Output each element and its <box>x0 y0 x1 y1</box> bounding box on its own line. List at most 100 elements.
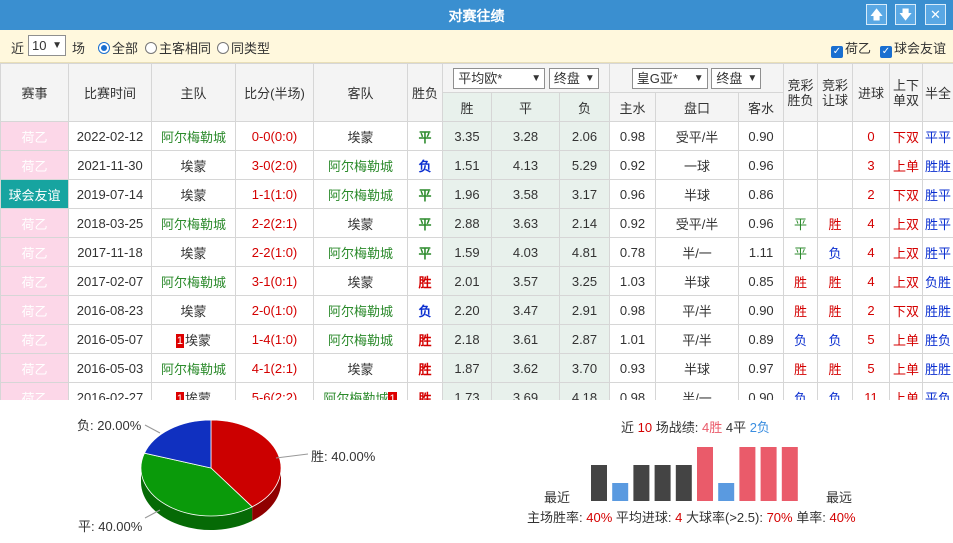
euro-odds-select[interactable]: 平均欧* ▼ <box>453 67 546 89</box>
row-euro-lose: 2.87 <box>559 324 610 354</box>
result-bar-draw <box>654 465 671 501</box>
euro-phase-value: 终盘 <box>553 70 580 86</box>
row-jc-result <box>783 179 819 209</box>
row-result: 平 <box>407 121 443 151</box>
row-event[interactable]: 荷乙 <box>0 353 69 383</box>
row-away-team[interactable]: 阿尔梅勒城 <box>313 150 408 180</box>
near-label: 近 <box>11 41 25 56</box>
asia-odds-select[interactable]: 皇G亚* ▼ <box>631 67 708 89</box>
row-score[interactable]: 3-0(2:0) <box>235 150 314 180</box>
row-event[interactable]: 荷乙 <box>0 295 69 325</box>
row-goals: 5 <box>852 324 891 354</box>
odd-label: 单率: <box>796 510 826 525</box>
radio-same-venue[interactable]: 主客相同 <box>145 38 211 57</box>
row-home-team[interactable]: 阿尔梅勒城 <box>151 208 236 238</box>
row-date: 2016-08-23 <box>68 295 152 325</box>
col-header-ou: 上下单双 <box>889 63 924 122</box>
row-event[interactable]: 荷乙 <box>0 208 69 238</box>
row-score[interactable]: 1-4(1:0) <box>235 324 314 354</box>
row-event[interactable]: 荷乙 <box>0 237 69 267</box>
team-name: 阿尔梅勒城 <box>160 361 226 377</box>
row-away-team[interactable]: 阿尔梅勒城 <box>313 295 408 325</box>
euro-odds-header: 平均欧* ▼ 终盘 ▼ <box>442 63 610 93</box>
row-euro-draw: 4.03 <box>491 237 560 267</box>
euro-phase-select[interactable]: 终盘 ▼ <box>548 67 599 89</box>
row-event[interactable]: 荷乙 <box>0 121 69 151</box>
team-name: 阿尔梅勒城 <box>327 158 393 174</box>
row-home-team[interactable]: 埃蒙 <box>151 179 236 209</box>
row-result: 负 <box>407 150 443 180</box>
row-jc-result <box>783 121 819 151</box>
move-up-icon[interactable]: 🡅 <box>866 4 887 25</box>
checkbox-label: 荷乙 <box>845 41 872 56</box>
close-icon[interactable]: ✕ <box>925 4 946 25</box>
row-event[interactable]: 荷乙 <box>0 324 69 354</box>
row-away-team[interactable]: 阿尔梅勒城 <box>313 237 408 267</box>
team-name: 阿尔梅勒城 <box>160 216 226 232</box>
row-jc-result: 平 <box>783 237 819 267</box>
result-bar-draw <box>633 465 650 501</box>
radio-on-icon <box>98 42 110 54</box>
row-ou: 下双 <box>889 179 924 209</box>
radio-all[interactable]: 全部 <box>98 38 138 57</box>
pie-label-win: 胜: 40.00% <box>311 449 376 464</box>
row-half-full: 平平 <box>922 121 953 151</box>
row-ou: 上双 <box>889 266 924 296</box>
col-header-home-water: 主水 <box>609 92 656 122</box>
row-away-team[interactable]: 埃蒙 <box>313 353 408 383</box>
row-score[interactable]: 4-1(2:1) <box>235 353 314 383</box>
match-count-select[interactable]: 10 ▼ <box>28 35 66 56</box>
team-name: 阿尔梅勒城 <box>327 187 393 203</box>
checkbox-friendly[interactable]: ✓ 球会友谊 <box>880 38 946 58</box>
row-away-water: 0.89 <box>737 324 785 354</box>
col-header-jc-handicap: 竞彩让球 <box>817 63 854 122</box>
row-home-team[interactable]: 埃蒙 <box>151 150 236 180</box>
row-score[interactable]: 2-2(1:0) <box>235 237 314 267</box>
row-result: 平 <box>407 208 443 238</box>
row-date: 2018-03-25 <box>68 208 152 238</box>
checkbox-eredivisie[interactable]: ✓ 荷乙 <box>831 38 871 58</box>
row-euro-win: 2.88 <box>442 208 492 238</box>
row-event[interactable]: 荷乙 <box>0 150 69 180</box>
row-event[interactable]: 荷乙 <box>0 266 69 296</box>
row-home-team[interactable]: 阿尔梅勒城 <box>151 266 236 296</box>
row-home-team[interactable]: 阿尔梅勒城 <box>151 353 236 383</box>
row-score[interactable]: 1-1(1:0) <box>235 179 314 209</box>
row-score[interactable]: 2-0(1:0) <box>235 295 314 325</box>
row-handicap: 平/半 <box>655 324 739 354</box>
row-score[interactable]: 2-2(2:1) <box>235 208 314 238</box>
row-away-team[interactable]: 埃蒙 <box>313 121 408 151</box>
row-date: 2019-07-14 <box>68 179 152 209</box>
row-euro-lose: 2.14 <box>559 208 610 238</box>
row-handicap: 半球 <box>655 353 739 383</box>
row-home-water: 1.01 <box>609 324 656 354</box>
row-away-team[interactable]: 阿尔梅勒城 <box>313 179 408 209</box>
table-row: 荷乙 2016-08-23 埃蒙 2-0(1:0) 阿尔梅勒城负 2.20 3.47 2.91… <box>0 295 953 325</box>
move-down-icon[interactable]: 🡇 <box>895 4 916 25</box>
row-euro-draw: 3.28 <box>491 121 560 151</box>
col-header-time: 比赛时间 <box>68 63 152 122</box>
row-score[interactable]: 0-0(0:0) <box>235 121 314 151</box>
row-event[interactable]: 球会友谊 <box>0 179 69 209</box>
table-row: 荷乙 2022-02-12 阿尔梅勒城 0-0(0:0) 埃蒙 平 3.35 3.28 2.06… <box>0 121 953 151</box>
row-home-team[interactable]: 埃蒙 <box>151 295 236 325</box>
row-goals: 2 <box>852 179 891 209</box>
filter-bar: 近 10 ▼ 场 全部 主客相同 同类型 ✓ 荷乙 ✓ 球会友谊 <box>0 30 953 63</box>
result-bar-draw <box>675 465 692 501</box>
table-row: 荷乙 2017-11-18 埃蒙 2-2(1:0) 阿尔梅勒城平 1.59 4.03 4.81… <box>0 237 953 267</box>
page-title: 对赛往绩 <box>448 8 505 24</box>
row-home-team[interactable]: 埃蒙 <box>151 237 236 267</box>
row-home-team[interactable]: 1 埃蒙 <box>151 324 236 354</box>
row-euro-draw: 3.63 <box>491 208 560 238</box>
radio-same-type[interactable]: 同类型 <box>217 38 270 57</box>
col-header-away-water: 客水 <box>737 92 785 122</box>
big-value: 70% <box>766 510 793 525</box>
team-name: 埃蒙 <box>180 303 207 319</box>
row-away-team[interactable]: 埃蒙 <box>313 266 408 296</box>
row-away-team[interactable]: 阿尔梅勒城 <box>313 324 408 354</box>
row-home-team[interactable]: 阿尔梅勒城 <box>151 121 236 151</box>
row-date: 2022-02-12 <box>68 121 152 151</box>
row-away-team[interactable]: 埃蒙 <box>313 208 408 238</box>
asia-phase-select[interactable]: 终盘 ▼ <box>711 67 762 89</box>
row-score[interactable]: 3-1(0:1) <box>235 266 314 296</box>
